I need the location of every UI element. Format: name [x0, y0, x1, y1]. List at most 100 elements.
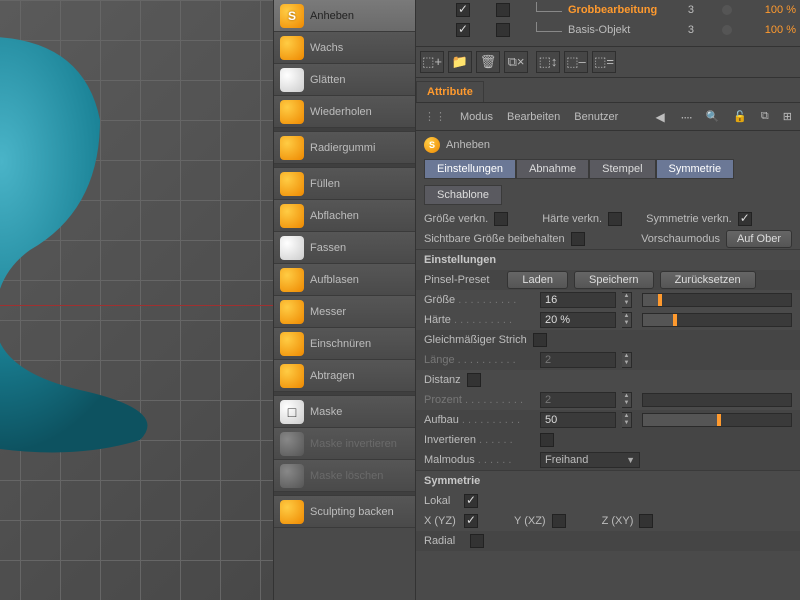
status-dot	[722, 5, 732, 15]
hard-spinner[interactable]: ▲▼	[622, 312, 632, 328]
yxz-check[interactable]	[552, 514, 566, 528]
sel-check[interactable]	[496, 23, 510, 37]
lock-icon[interactable]: 🔓	[733, 110, 747, 123]
tool-einschnüren[interactable]: Einschnüren	[274, 328, 415, 360]
nav-back-icon[interactable]: ◀	[655, 110, 664, 124]
link-size-check[interactable]	[494, 212, 508, 226]
zxy-check[interactable]	[639, 514, 653, 528]
tool-füllen[interactable]: Füllen	[274, 168, 415, 200]
subtab-schablone[interactable]: Schablone	[424, 185, 502, 205]
hard-input[interactable]: 20 %	[540, 312, 616, 328]
hierarchy-list: Grobbearbeitung3100 %Basis-Objekt3100 %	[416, 0, 800, 46]
toolbar-btn-0[interactable]: ⬚+	[420, 51, 444, 73]
keep-vis-check[interactable]	[571, 232, 585, 246]
len-spinner[interactable]: ▲▼	[622, 352, 632, 368]
vis-check[interactable]	[456, 23, 470, 37]
vis-check[interactable]	[456, 3, 470, 17]
nav-dots-icon[interactable]: ᠁	[679, 107, 692, 126]
toolbar-btn-5[interactable]: ⬚–	[564, 51, 588, 73]
buildup-input[interactable]: 50	[540, 412, 616, 428]
subtab-einstellungen[interactable]: Einstellungen	[424, 159, 516, 179]
sculpt-object	[0, 30, 220, 460]
viewport-3d[interactable]	[0, 0, 273, 600]
even-label: Gleichmäßiger Strich	[424, 334, 527, 346]
attribute-menubar: ⋮⋮ Modus Bearbeiten Benutzer ◀ ᠁ 🔍 🔓 ⧉ ⊞	[416, 103, 800, 131]
tab-attribute[interactable]: Attribute	[416, 81, 484, 102]
strength-pct: 100 %	[756, 4, 796, 16]
group-settings: Einstellungen	[416, 249, 800, 270]
toolbar-btn-2[interactable]: 🗑	[476, 51, 500, 73]
tool-icon	[280, 36, 304, 60]
hierarchy-row[interactable]: Basis-Objekt3100 %	[420, 20, 796, 40]
link-icon[interactable]: ⧉	[761, 110, 769, 123]
radial-check[interactable]	[470, 534, 484, 548]
dist-check[interactable]	[467, 373, 481, 387]
size-slider[interactable]	[642, 293, 792, 307]
tool-wiederholen[interactable]: Wiederholen	[274, 96, 415, 128]
level-num: 3	[678, 24, 694, 36]
pct-slider[interactable]	[642, 393, 792, 407]
tool-messer[interactable]: Messer	[274, 296, 415, 328]
tool-anheben[interactable]: Anheben	[274, 0, 415, 32]
hard-slider[interactable]	[642, 313, 792, 327]
expand-icon[interactable]: ⊞	[783, 110, 792, 123]
tool-fassen[interactable]: Fassen	[274, 232, 415, 264]
subtab-stempel[interactable]: Stempel	[589, 159, 655, 179]
link-hard-check[interactable]	[608, 212, 622, 226]
pct-spinner[interactable]: ▲▼	[622, 392, 632, 408]
preview-mode-button[interactable]: Auf Ober	[726, 230, 792, 248]
even-check[interactable]	[533, 333, 547, 347]
paint-mode-dropdown[interactable]: Freihand▼	[540, 452, 640, 468]
len-input[interactable]: 2	[540, 352, 616, 368]
menu-benutzer[interactable]: Benutzer	[574, 111, 618, 123]
tool-label: Glätten	[310, 74, 345, 86]
buildup-spinner[interactable]: ▲▼	[622, 412, 632, 428]
tool-icon	[280, 364, 304, 388]
tool-maske-invertieren[interactable]: Maske invertieren	[274, 428, 415, 460]
menu-modus[interactable]: Modus	[460, 111, 493, 123]
pct-input[interactable]: 2	[540, 392, 616, 408]
xyz-check[interactable]	[464, 514, 478, 528]
tool-radiergummi[interactable]: Radiergummi	[274, 132, 415, 164]
tool-icon	[280, 300, 304, 324]
local-check[interactable]	[464, 494, 478, 508]
tool-maske[interactable]: Maske	[274, 396, 415, 428]
tool-label: Wiederholen	[310, 106, 372, 118]
search-icon[interactable]: 🔍	[706, 110, 720, 123]
save-button[interactable]: Speichern	[574, 271, 654, 289]
buildup-slider[interactable]	[642, 413, 792, 427]
size-label: Größe	[424, 294, 534, 306]
link-sym-label: Symmetrie verkn.	[646, 213, 732, 225]
subtab-abnahme[interactable]: Abnahme	[516, 159, 589, 179]
menu-bearbeiten[interactable]: Bearbeiten	[507, 111, 560, 123]
subtabs: EinstellungenAbnahmeStempelSymmetrie	[416, 159, 800, 183]
subtabs-row2: Schablone	[416, 183, 800, 209]
load-button[interactable]: Laden	[507, 271, 568, 289]
group-symmetry: Symmetrie	[416, 470, 800, 491]
toolbar-btn-3[interactable]: ⧉×	[504, 51, 528, 73]
toolbar-btn-1[interactable]: 📁	[448, 51, 472, 73]
size-input[interactable]: 16	[540, 292, 616, 308]
hierarchy-row[interactable]: Grobbearbeitung3100 %	[420, 0, 796, 20]
toolbar-btn-6[interactable]: ⬚=	[592, 51, 616, 73]
sel-check[interactable]	[496, 3, 510, 17]
tool-sculpting-backen[interactable]: Sculpting backen	[274, 496, 415, 528]
size-spinner[interactable]: ▲▼	[622, 292, 632, 308]
tool-label: Abtragen	[310, 370, 355, 382]
subtab-symmetrie[interactable]: Symmetrie	[656, 159, 735, 179]
tool-maske-löschen[interactable]: Maske löschen	[274, 460, 415, 492]
tool-wachs[interactable]: Wachs	[274, 32, 415, 64]
link-sym-check[interactable]	[738, 212, 752, 226]
tool-palette: AnhebenWachs Glätten Wiederholen Radiergumm…	[273, 0, 416, 600]
toolbar-btn-4[interactable]: ⬚↕	[536, 51, 560, 73]
invert-check[interactable]	[540, 433, 554, 447]
tool-abflachen[interactable]: Abflachen	[274, 200, 415, 232]
attribute-title: Anheben	[446, 139, 490, 151]
tool-glätten[interactable]: Glätten	[274, 64, 415, 96]
tool-label: Einschnüren	[310, 338, 371, 350]
reset-button[interactable]: Zurücksetzen	[660, 271, 756, 289]
strength-pct: 100 %	[756, 24, 796, 36]
properties-panel: Grobbearbeitung3100 %Basis-Objekt3100 % …	[416, 0, 800, 600]
tool-aufblasen[interactable]: Aufblasen	[274, 264, 415, 296]
tool-abtragen[interactable]: Abtragen	[274, 360, 415, 392]
